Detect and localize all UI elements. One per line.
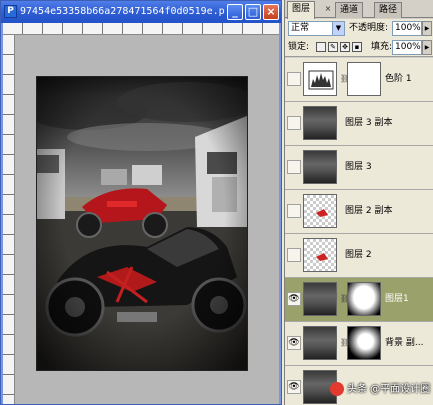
layer-3-copy[interactable]: 图层 3 副本 (285, 102, 433, 146)
eye-icon[interactable]: 👁 (287, 380, 301, 394)
watermark-text: 头条 @平面设计圈 (347, 384, 431, 395)
canvas-image[interactable] (36, 76, 248, 371)
vertical-ruler[interactable] (3, 35, 15, 404)
tab-layers[interactable]: 图层 (287, 1, 316, 19)
layer-thumb (303, 326, 337, 360)
lock-move-icon[interactable]: ✥ (340, 42, 350, 52)
document-title-bar[interactable]: P 97454e53358b66a278471564f0d0519e.ps...… (1, 1, 281, 23)
chain-icon[interactable]: ⛓ (340, 294, 350, 304)
layer-name: 图层1 (385, 294, 409, 304)
blend-mode-value: 正常 (291, 23, 310, 33)
blend-mode-select[interactable]: 正常 ▼ (288, 21, 345, 36)
layer-name: 色阶 1 (385, 74, 412, 84)
minimize-button[interactable]: _ (227, 4, 243, 20)
lock-all-icon[interactable]: ▪ (352, 42, 362, 52)
layer-name: 图层 3 副本 (345, 118, 393, 128)
layer-thumb (303, 106, 337, 140)
lock-transparent-icon[interactable] (316, 42, 326, 52)
visibility-toggle[interactable] (287, 204, 301, 218)
fill-label: 填充: (371, 42, 393, 52)
horizontal-ruler[interactable] (3, 23, 279, 35)
visibility-toggle[interactable] (287, 72, 301, 86)
layer-name: 图层 2 (345, 250, 372, 260)
visibility-toggle[interactable] (287, 116, 301, 130)
chevron-down-icon: ▼ (332, 22, 344, 35)
opacity-input[interactable]: 100% (392, 21, 422, 36)
fill-slider-button[interactable]: ▶ (422, 40, 432, 55)
layer-background-copy[interactable]: 👁 ⛓ 背景 副... (285, 322, 433, 366)
close-tab-icon[interactable]: × (323, 4, 333, 14)
visibility-toggle[interactable] (287, 160, 301, 174)
toutiao-logo-icon (330, 382, 344, 396)
tab-paths[interactable]: 路径 (374, 2, 403, 18)
eye-icon[interactable]: 👁 (287, 336, 301, 350)
motorcycle-photo (37, 77, 247, 370)
layer-mask-thumb[interactable] (347, 62, 381, 96)
tab-channels[interactable]: 通道 (335, 2, 364, 18)
document-window: P 97454e53358b66a278471564f0d0519e.ps...… (0, 0, 282, 405)
layer-3[interactable]: 图层 3 (285, 146, 433, 190)
layer-name: 背景 副... (385, 338, 424, 348)
visibility-toggle[interactable] (287, 248, 301, 262)
photoshop-icon: P (4, 5, 17, 18)
layer-mask-thumb[interactable] (347, 326, 381, 360)
maximize-button[interactable]: □ (245, 4, 261, 20)
layers-list: ⛓ 色阶 1 图层 3 副本 图层 3 图层 2 副本 图层 2 👁 ⛓ 图层1… (285, 58, 433, 405)
opacity-slider-button[interactable]: ▶ (422, 21, 432, 36)
layer-name: 图层 2 副本 (345, 206, 393, 216)
panel-tabs: 图层 × 通道 路径 (285, 0, 433, 19)
blend-opacity-row: 正常 ▼ 不透明度: 100% ▶ (285, 19, 433, 38)
layer-name: 图层 3 (345, 162, 372, 172)
lock-paint-icon[interactable]: ✎ (328, 42, 338, 52)
layer-mask-thumb[interactable] (347, 282, 381, 316)
chain-icon[interactable]: ⛓ (340, 338, 350, 348)
layer-2-copy[interactable]: 图层 2 副本 (285, 190, 433, 234)
opacity-label: 不透明度: (349, 23, 389, 33)
close-button[interactable]: × (263, 4, 279, 20)
eye-icon[interactable]: 👁 (287, 292, 301, 306)
watermark: 头条 @平面设计圈 (330, 380, 430, 400)
layer-thumb (303, 282, 337, 316)
layer-thumb (303, 194, 337, 228)
lock-label: 锁定: (288, 42, 310, 52)
document-title: 97454e53358b66a278471564f0d0519e.ps... (20, 6, 225, 17)
layers-panel: 图层 × 通道 路径 正常 ▼ 不透明度: 100% ▶ 锁定: ✎ ✥ ▪ 填… (284, 0, 433, 405)
layer-thumb (303, 238, 337, 272)
layer-2[interactable]: 图层 2 (285, 234, 433, 278)
layer-1[interactable]: 👁 ⛓ 图层1 (285, 278, 433, 322)
layer-thumb (303, 150, 337, 184)
lock-fill-row: 锁定: ✎ ✥ ▪ 填充: 100% ▶ (285, 38, 433, 57)
layer-levels-1[interactable]: ⛓ 色阶 1 (285, 58, 433, 102)
levels-adjustment-icon (303, 62, 337, 96)
fill-input[interactable]: 100% (392, 40, 422, 55)
chain-icon[interactable]: ⛓ (340, 74, 350, 84)
